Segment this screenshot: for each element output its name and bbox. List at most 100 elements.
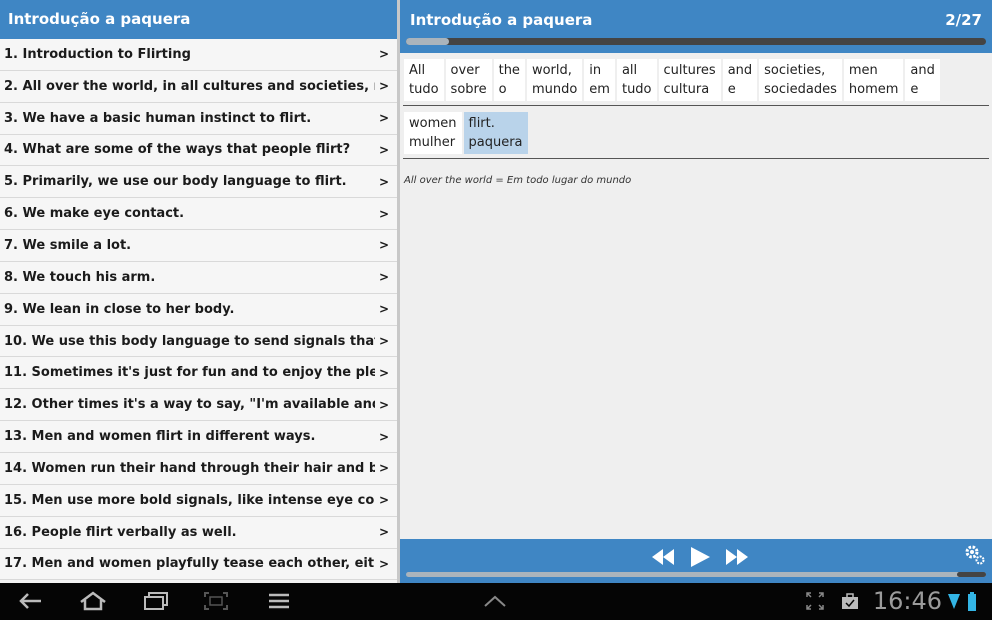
chevron-right-icon: >: [378, 365, 389, 380]
word-portuguese: cultura: [663, 82, 710, 97]
word-portuguese: mulher: [409, 135, 456, 150]
word-english: and: [727, 63, 753, 78]
lesson-list-title: Introdução a paquera: [0, 0, 397, 39]
chevron-right-icon: >: [378, 79, 389, 94]
back-icon[interactable]: [18, 591, 44, 615]
lesson-item-label: 17. Men and women playfully tease each o…: [4, 556, 375, 572]
rewind-icon[interactable]: [650, 547, 676, 567]
system-clock: 16:46: [872, 587, 942, 615]
chevron-right-icon: >: [378, 556, 389, 571]
word-english: over: [450, 63, 480, 78]
audio-player-bar: [400, 539, 992, 583]
word-pair[interactable]: cultures cultura: [658, 59, 721, 101]
word-pair[interactable]: flirt. paquera: [463, 112, 528, 154]
fast-forward-icon[interactable]: [724, 547, 750, 567]
lesson-list-item[interactable]: 5. Primarily, we use our body language t…: [0, 166, 397, 199]
screenshot-icon[interactable]: [203, 591, 229, 615]
lesson-item-label: 14. Women run their hand through their h…: [4, 460, 375, 476]
detail-header: Introdução a paquera 2/27: [400, 0, 992, 53]
word-portuguese: paquera: [468, 135, 523, 150]
word-pair[interactable]: world, mundo: [526, 59, 583, 101]
chevron-right-icon: >: [378, 334, 389, 349]
word-pair[interactable]: and e: [722, 59, 758, 101]
word-english: in: [589, 63, 602, 78]
lesson-list-item[interactable]: 15. Men use more bold signals, like inte…: [0, 484, 397, 517]
word-pair[interactable]: the o: [493, 59, 525, 101]
lesson-list-item[interactable]: 14. Women run their hand through their h…: [0, 452, 397, 485]
lesson-item-label: 8. We touch his arm.: [4, 269, 156, 285]
system-navigation-bar: 16:46: [0, 583, 992, 620]
chevron-right-icon: >: [378, 270, 389, 285]
chevron-right-icon: >: [378, 493, 389, 508]
lesson-list-item[interactable]: 17. Men and women playfully tease each o…: [0, 548, 397, 581]
lesson-list-item[interactable]: 12. Other times it's a way to say, "I'm …: [0, 389, 397, 422]
lesson-item-label: 13. Men and women flirt in different way…: [4, 429, 316, 445]
chevron-right-icon: >: [378, 47, 389, 62]
word-english: societies,: [764, 63, 826, 78]
lesson-list-item[interactable]: 6. We make eye contact. >: [0, 198, 397, 231]
word-english: men: [848, 63, 878, 78]
lesson-list-item[interactable]: 2. All over the world, in all cultures a…: [0, 70, 397, 103]
playback-progress-bar[interactable]: [406, 572, 986, 577]
word-portuguese: o: [498, 82, 507, 97]
lesson-item-label: 16. People flirt verbally as well.: [4, 524, 237, 540]
chevron-right-icon: >: [378, 111, 389, 126]
lesson-list-item[interactable]: 10. We use this body language to send si…: [0, 325, 397, 358]
recent-apps-icon[interactable]: [142, 591, 170, 615]
detail-title: Introdução a paquera: [410, 11, 593, 29]
lesson-item-label: 4. What are some of the ways that people…: [4, 142, 351, 158]
wifi-icon: [947, 591, 961, 617]
chevron-right-icon: >: [378, 525, 389, 540]
word-english: all: [621, 63, 638, 78]
word-pair[interactable]: societies, sociedades: [759, 59, 842, 101]
lesson-list-item[interactable]: 16. People flirt verbally as well. >: [0, 516, 397, 549]
word-pair[interactable]: men homem: [843, 59, 904, 101]
word-portuguese: tudo: [409, 82, 439, 97]
lesson-item-label: 2. All over the world, in all cultures a…: [4, 78, 375, 94]
chevron-up-icon[interactable]: [482, 591, 508, 615]
lesson-item-label: 5. Primarily, we use our body language t…: [4, 174, 347, 190]
lesson-item-label: 11. Sometimes it's just for fun and to e…: [4, 365, 375, 381]
word-english: women: [409, 116, 457, 131]
chevron-right-icon: >: [378, 206, 389, 221]
word-pair[interactable]: women mulher: [404, 112, 462, 154]
lesson-list-item[interactable]: 4. What are some of the ways that people…: [0, 134, 397, 167]
word-pair[interactable]: All tudo: [404, 59, 444, 101]
word-portuguese: e: [910, 82, 919, 97]
lesson-list-item[interactable]: 11. Sometimes it's just for fun and to e…: [0, 357, 397, 390]
word-portuguese: sociedades: [764, 82, 837, 97]
settings-icon[interactable]: [964, 544, 986, 570]
word-pair[interactable]: all tudo: [616, 59, 657, 101]
word-english: the: [498, 63, 520, 78]
word-english: All: [409, 63, 426, 78]
word-portuguese: e: [727, 82, 736, 97]
word-portuguese: em: [589, 82, 610, 97]
lesson-list-item[interactable]: 7. We smile a lot. >: [0, 230, 397, 262]
home-icon[interactable]: [78, 591, 108, 615]
word-portuguese: homem: [848, 82, 899, 97]
word-english: and: [910, 63, 935, 78]
word-pair[interactable]: over sobre: [445, 59, 492, 101]
lesson-list: 1. Introduction to Flirting >2. All over …: [0, 39, 397, 581]
chevron-right-icon: >: [378, 174, 389, 189]
word-portuguese: tudo: [621, 82, 652, 97]
chevron-right-icon: >: [378, 397, 389, 412]
word-portuguese: sobre: [450, 82, 487, 97]
menu-icon[interactable]: [266, 591, 292, 615]
lesson-item-label: 1. Introduction to Flirting: [4, 46, 191, 62]
lesson-list-item[interactable]: 3. We have a basic human instinct to fli…: [0, 102, 397, 135]
lesson-list-item[interactable]: 13. Men and women flirt in different way…: [0, 421, 397, 453]
word-line-1: All tudo over sobre the o world, mundo in em all tu…: [400, 53, 992, 105]
lesson-progress-bar: [406, 38, 986, 45]
word-english: world,: [531, 63, 572, 78]
word-pair[interactable]: in em: [584, 59, 615, 101]
sentence-counter: 2/27: [945, 11, 982, 29]
chevron-right-icon: >: [378, 302, 389, 317]
play-icon[interactable]: [688, 545, 712, 569]
lesson-list-item[interactable]: 8. We touch his arm. >: [0, 261, 397, 294]
translation-note: All over the world = Em todo lugar do mu…: [404, 175, 632, 186]
lesson-list-item[interactable]: 1. Introduction to Flirting >: [0, 39, 397, 71]
lesson-list-item[interactable]: 9. We lean in close to her body. >: [0, 293, 397, 326]
briefcase-icon: [840, 591, 860, 615]
word-pair[interactable]: and e: [905, 59, 940, 101]
